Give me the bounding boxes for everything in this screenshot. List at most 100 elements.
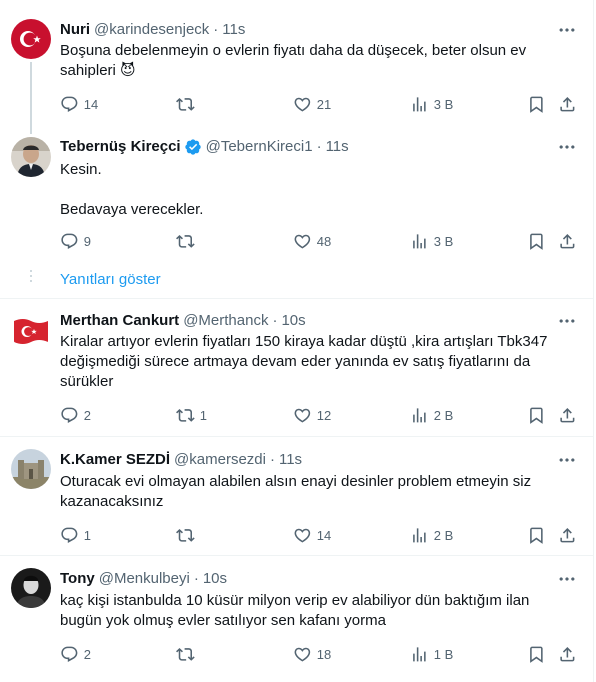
like-button[interactable]: 14: [293, 525, 331, 545]
share-button[interactable]: [558, 405, 577, 425]
reply-feed: Nuri @karindesenjeck · 11s Boşuna debele…: [0, 0, 594, 682]
separator-dot: ·: [316, 138, 322, 155]
retweet-button[interactable]: [176, 525, 200, 545]
more-icon[interactable]: [557, 450, 577, 470]
like-icon: [293, 406, 312, 425]
avatar[interactable]: [11, 19, 51, 59]
display-name[interactable]: Tony: [60, 569, 95, 589]
avatar[interactable]: [11, 311, 51, 351]
views-button[interactable]: 1 B: [410, 644, 453, 664]
display-name[interactable]: Merthan Cankurt: [60, 311, 179, 331]
tweet-text: Kiralar artıyor evlerin fiyatları 150 ki…: [60, 332, 570, 392]
bookmark-button[interactable]: [527, 231, 546, 251]
user-handle[interactable]: @Menkulbeyi: [99, 569, 190, 589]
more-icon[interactable]: [557, 137, 577, 157]
views-icon: [410, 95, 429, 114]
reply-button[interactable]: 2: [60, 405, 91, 425]
bookmark-icon: [527, 232, 546, 251]
retweet-button[interactable]: [176, 94, 200, 114]
reply-count: 9: [83, 233, 91, 249]
share-button[interactable]: [558, 644, 577, 664]
share-button[interactable]: [558, 94, 577, 114]
share-icon: [558, 526, 577, 545]
share-button[interactable]: [558, 525, 577, 545]
like-button[interactable]: 18: [293, 644, 331, 664]
avatar[interactable]: [11, 568, 51, 608]
retweet-button[interactable]: [176, 644, 200, 664]
action-bar: 9 48 3 B: [60, 231, 582, 251]
like-count: 18: [316, 646, 332, 662]
reply-count: 1: [83, 527, 91, 543]
reply-button[interactable]: 14: [60, 94, 98, 114]
share-icon: [558, 95, 577, 114]
separator-dot: ·: [213, 21, 219, 38]
views-button[interactable]: 3 B: [410, 231, 453, 251]
timestamp[interactable]: 10s: [281, 311, 305, 331]
tweet-text-line: değişmediği sürece artmaya devam eder ya…: [60, 353, 531, 370]
like-button[interactable]: 12: [293, 405, 331, 425]
separator-dot: ·: [269, 451, 275, 468]
tweet-card[interactable]: Nuri @karindesenjeck · 11s Boşuna debele…: [0, 0, 594, 134]
tweet-card[interactable]: Tebernüş Kireçci @TebernKireci1 · 11s Ke…: [0, 130, 594, 262]
show-replies-link[interactable]: Yanıtları göster: [60, 270, 161, 290]
timestamp[interactable]: 11s: [222, 20, 245, 40]
reply-icon: [60, 526, 79, 545]
more-icon[interactable]: [557, 311, 577, 331]
bookmark-button[interactable]: [527, 525, 546, 545]
tweet-card[interactable]: K.Kamer SEZDİ @kamersezdi · 11s Oturacak…: [0, 437, 594, 555]
avatar[interactable]: [11, 449, 51, 489]
tweet-header: Tony @Menkulbeyi · 10s: [60, 569, 227, 589]
share-icon: [558, 406, 577, 425]
avatar[interactable]: [11, 137, 51, 177]
like-button[interactable]: 21: [293, 94, 331, 114]
retweet-icon: [176, 526, 195, 545]
reply-button[interactable]: 2: [60, 644, 91, 664]
timestamp[interactable]: 11s: [279, 450, 302, 470]
person-bw-avatar-icon: [11, 568, 51, 608]
display-name[interactable]: Tebernüş Kireçci: [60, 137, 181, 157]
bookmark-icon: [527, 406, 546, 425]
share-button[interactable]: [558, 231, 577, 251]
more-icon[interactable]: [557, 20, 577, 40]
user-handle[interactable]: @kamersezdi: [174, 450, 266, 470]
separator-dot: ·: [193, 570, 199, 587]
tweet-card[interactable]: Tony @Menkulbeyi · 10s kaç kişi istanbul…: [0, 556, 594, 682]
castle-photo-avatar-icon: [11, 449, 51, 489]
views-count: 1 B: [433, 646, 454, 662]
like-count: 12: [316, 407, 332, 423]
bookmark-button[interactable]: [527, 405, 546, 425]
user-handle[interactable]: @TebernKireci1: [206, 137, 313, 157]
retweet-button[interactable]: [176, 231, 200, 251]
bookmark-icon: [527, 526, 546, 545]
turkish-flag-avatar-icon: [11, 19, 51, 59]
tweet-text-line: Oturacak evi olmayan alabilen alsın enay…: [60, 473, 532, 490]
like-icon: [293, 232, 312, 251]
display-name[interactable]: Nuri: [60, 20, 90, 40]
display-name[interactable]: K.Kamer SEZDİ: [60, 450, 170, 470]
views-button[interactable]: 2 B: [410, 405, 453, 425]
tweet-text-line: bugün yok olmuş evler satılıyor sen kafa…: [60, 612, 386, 629]
tweet-text-line: Boşuna debelenmeyin o evlerin fiyatı dah…: [60, 42, 527, 59]
reply-count: 14: [83, 96, 99, 112]
bookmark-button[interactable]: [527, 94, 546, 114]
like-button[interactable]: 48: [293, 231, 331, 251]
tweet-text: Oturacak evi olmayan alabilen alsın enay…: [60, 472, 570, 512]
tweet-text: Kesin. Bedavaya verecekler.: [60, 160, 570, 220]
action-bar: 2 1 12 2 B: [60, 405, 582, 425]
reply-button[interactable]: 1: [60, 525, 91, 545]
views-button[interactable]: 3 B: [410, 94, 453, 114]
tweet-text-blank-line: [60, 180, 570, 200]
bookmark-button[interactable]: [527, 644, 546, 664]
timestamp[interactable]: 10s: [203, 569, 227, 589]
more-icon[interactable]: [557, 569, 577, 589]
views-count: 3 B: [433, 233, 454, 249]
user-handle[interactable]: @Merthanck: [183, 311, 268, 331]
retweet-icon: [176, 95, 195, 114]
tweet-card[interactable]: Merthan Cankurt @Merthanck · 10s Kiralar…: [0, 299, 594, 436]
reply-button[interactable]: 9: [60, 231, 91, 251]
user-handle[interactable]: @karindesenjeck: [94, 20, 209, 40]
timestamp[interactable]: 11s: [326, 137, 349, 157]
retweet-button[interactable]: 1: [176, 405, 207, 425]
views-button[interactable]: 2 B: [410, 525, 453, 545]
like-count: 14: [316, 527, 332, 543]
